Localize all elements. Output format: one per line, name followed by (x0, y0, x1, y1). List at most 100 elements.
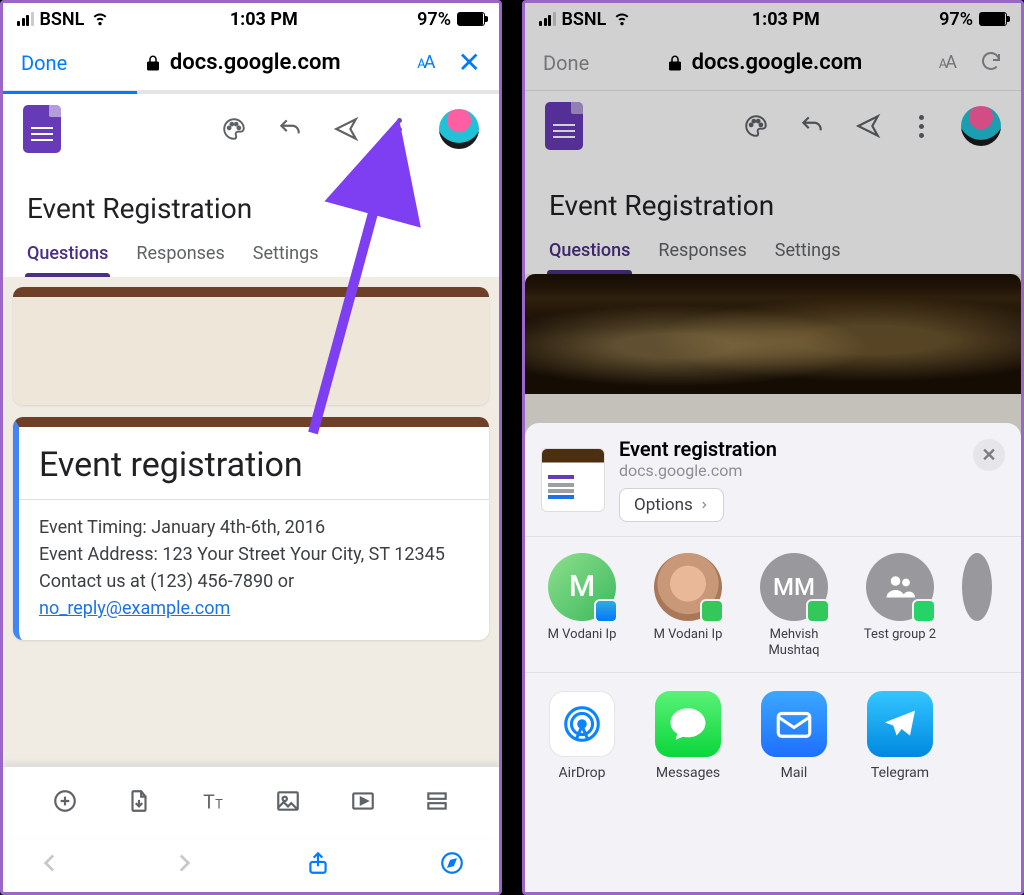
palette-icon[interactable] (221, 116, 247, 142)
share-contact[interactable]: Test group 2 (861, 553, 939, 658)
address-bar[interactable]: docs.google.com (144, 50, 341, 75)
safari-bottom-bar (3, 838, 499, 892)
form-header-section: Event Registration Questions Responses S… (3, 164, 499, 277)
form-title: Event Registration (27, 174, 475, 233)
svg-text:T: T (203, 790, 215, 813)
form-tabs: Questions Responses Settings (27, 233, 475, 277)
battery-pct: 97% (417, 9, 451, 30)
send-icon[interactable] (333, 116, 359, 142)
lock-icon (666, 54, 684, 72)
add-video-icon[interactable] (350, 788, 376, 818)
done-button[interactable]: Done (21, 51, 67, 75)
form-canvas[interactable]: Event registration Event Timing: January… (3, 277, 499, 766)
form-header-image[interactable] (525, 274, 1021, 394)
form-title-card[interactable]: Event registration Event Timing: January… (13, 417, 489, 640)
account-avatar[interactable] (439, 109, 479, 149)
share-contacts-row[interactable]: M M Vodani Ip M Vodani Ip MM Mehvish Mus… (525, 537, 1021, 673)
form-header-image[interactable] (13, 287, 489, 405)
close-sheet-button[interactable]: ✕ (973, 439, 1005, 471)
share-subtitle: docs.google.com (619, 461, 777, 480)
messages-badge-icon (700, 599, 724, 623)
form-title: Event Registration (549, 171, 997, 230)
reload-icon[interactable] (979, 49, 1003, 77)
share-app-telegram[interactable]: Telegram (861, 691, 939, 781)
share-contact-peek[interactable] (967, 553, 987, 658)
address-bar[interactable]: docs.google.com (666, 50, 863, 75)
cell-signal-icon (539, 12, 556, 26)
messages-badge-icon (806, 599, 830, 623)
messages-icon (655, 691, 721, 757)
add-image-icon[interactable] (275, 788, 301, 818)
add-question-icon[interactable] (52, 788, 78, 818)
phone-left: BSNL 1:03 PM 97% Done docs.google.com AA… (0, 0, 502, 895)
status-bar: BSNL 1:03 PM 97% (3, 3, 499, 35)
stop-button[interactable]: ✕ (458, 46, 481, 79)
group-icon (882, 569, 918, 605)
safari-toolbar: Done docs.google.com AA (525, 35, 1021, 91)
share-icon[interactable] (305, 850, 331, 880)
forward-icon[interactable] (171, 850, 197, 880)
wifi-icon (612, 7, 632, 32)
send-icon[interactable] (855, 113, 881, 139)
form-header-section: Event Registration Questions Responses S… (525, 161, 1021, 274)
account-avatar[interactable] (961, 106, 1001, 146)
tab-settings[interactable]: Settings (253, 233, 319, 276)
forms-toolbar (525, 91, 1021, 161)
card-heading: Event registration (39, 445, 469, 485)
forms-logo-icon[interactable] (545, 102, 583, 150)
back-icon[interactable] (37, 850, 63, 880)
url-text: docs.google.com (692, 50, 863, 75)
forms-logo-icon[interactable] (23, 105, 61, 153)
add-title-icon[interactable]: TT (201, 788, 227, 818)
import-questions-icon[interactable] (126, 788, 152, 818)
done-button[interactable]: Done (543, 51, 589, 75)
battery-pct: 97% (939, 9, 973, 30)
share-contact[interactable]: MM Mehvish Mushtaq (755, 553, 833, 658)
contact-email-link[interactable]: no_reply@example.com (39, 598, 230, 619)
battery-icon (457, 12, 485, 26)
form-tabs: Questions Responses Settings (549, 230, 997, 274)
reader-aa-button[interactable]: AA (939, 52, 955, 73)
share-apps-row[interactable]: AirDrop Messages Mail Telegram (525, 673, 1021, 785)
clock: 1:03 PM (752, 9, 820, 30)
reader-aa-button[interactable]: AA (417, 52, 433, 73)
clock: 1:03 PM (230, 9, 298, 30)
battery-icon (979, 12, 1007, 26)
tab-questions[interactable]: Questions (27, 233, 108, 276)
svg-text:T: T (215, 797, 223, 812)
tab-questions[interactable]: Questions (549, 230, 630, 273)
tab-responses[interactable]: Responses (658, 230, 746, 273)
undo-icon[interactable] (799, 113, 825, 139)
carrier-label: BSNL (40, 9, 85, 30)
share-title: Event registration (619, 437, 777, 461)
undo-icon[interactable] (277, 116, 303, 142)
url-text: docs.google.com (170, 50, 341, 75)
palette-icon[interactable] (743, 113, 769, 139)
phone-right: BSNL 1:03 PM 97% Done docs.google.com AA (522, 0, 1024, 895)
share-thumbnail (541, 448, 605, 512)
status-bar: BSNL 1:03 PM 97% (525, 3, 1021, 35)
mail-icon (761, 691, 827, 757)
card-description: Event Timing: January 4th-6th, 2016 Even… (39, 514, 469, 622)
share-app-mail[interactable]: Mail (755, 691, 833, 781)
whatsapp-badge-icon (912, 599, 936, 623)
safari-compass-icon[interactable] (439, 850, 465, 880)
airdrop-icon (549, 691, 615, 757)
tab-settings[interactable]: Settings (775, 230, 841, 273)
share-contact[interactable]: M Vodani Ip (649, 553, 727, 658)
add-section-icon[interactable] (424, 788, 450, 818)
safari-toolbar: Done docs.google.com AA ✕ (3, 35, 499, 91)
lock-icon (144, 54, 162, 72)
share-contact[interactable]: M M Vodani Ip (543, 553, 621, 658)
carrier-label: BSNL (562, 9, 607, 30)
share-sheet-header: Event registration docs.google.com Optio… (525, 423, 1021, 537)
share-app-airdrop[interactable]: AirDrop (543, 691, 621, 781)
more-menu-icon[interactable] (389, 118, 409, 141)
options-button[interactable]: Options (619, 488, 724, 522)
tab-responses[interactable]: Responses (136, 233, 224, 276)
forms-toolbar (3, 94, 499, 164)
share-sheet[interactable]: Event registration docs.google.com Optio… (525, 423, 1021, 892)
share-app-messages[interactable]: Messages (649, 691, 727, 781)
form-add-toolbar: TT (3, 766, 499, 838)
more-menu-icon[interactable] (911, 115, 931, 138)
